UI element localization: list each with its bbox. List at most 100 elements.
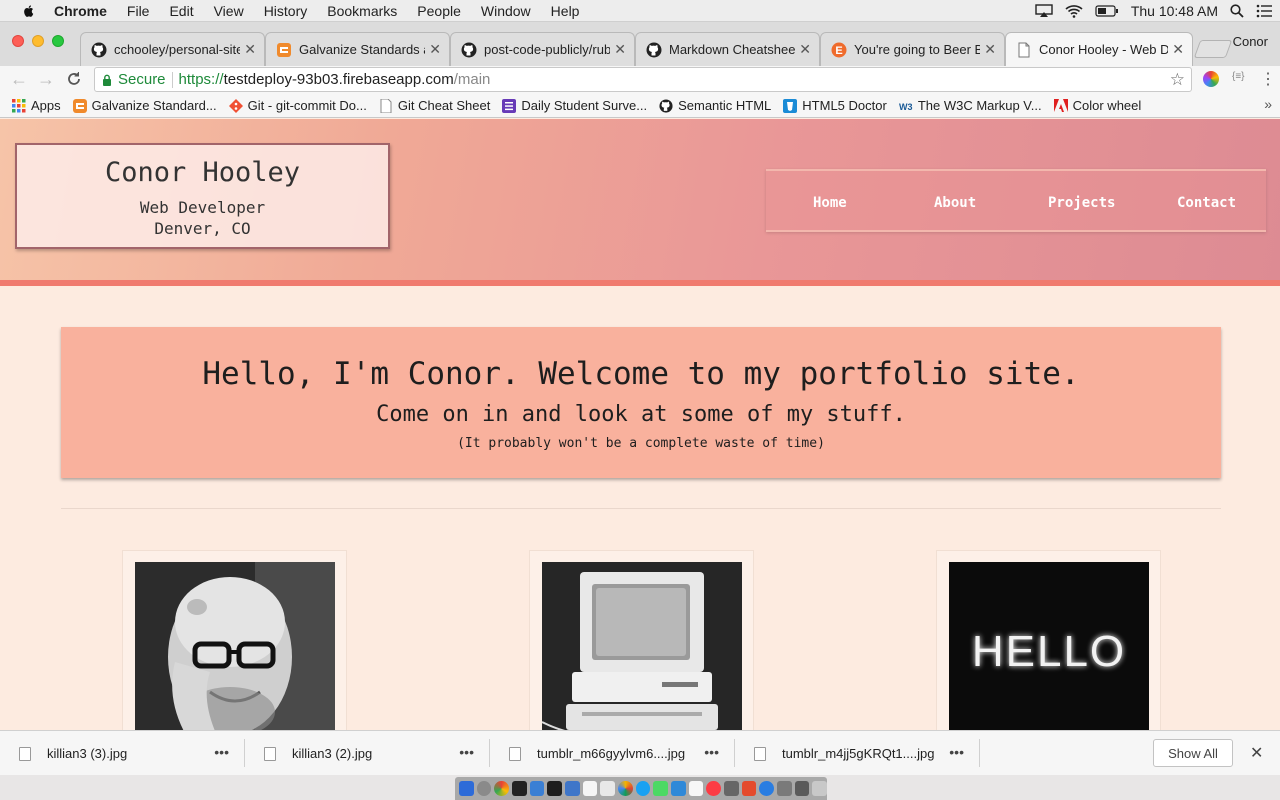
close-tab-icon[interactable]: ✕ xyxy=(799,41,811,58)
chrome-menu-icon[interactable]: ⋮ xyxy=(1260,69,1276,89)
download-item[interactable]: killian3 (2).jpg ••• xyxy=(245,731,490,776)
download-item[interactable]: tumblr_m66gyylvm6....jpg ••• xyxy=(490,731,735,776)
menu-people[interactable]: People xyxy=(417,3,461,19)
menu-edit[interactable]: Edit xyxy=(169,3,193,19)
menu-window[interactable]: Window xyxy=(481,3,531,19)
eventbrite-icon: E xyxy=(831,42,847,57)
terminal-icon[interactable] xyxy=(512,781,527,796)
new-tab-button[interactable] xyxy=(1193,40,1233,58)
tab-post-code-publicly[interactable]: post-code-publicly/rub ✕ xyxy=(450,32,635,66)
close-tab-icon[interactable]: ✕ xyxy=(244,41,256,58)
bookmark-galvanize-standards[interactable]: Galvanize Standard... xyxy=(72,98,217,113)
forward-arrow-icon[interactable]: → xyxy=(37,69,55,90)
download-item[interactable]: tumblr_m4jj5gKRQt1....jpg ••• xyxy=(735,731,980,776)
chrome-icon[interactable] xyxy=(494,781,510,796)
menu-help[interactable]: Help xyxy=(551,3,580,19)
wifi-icon[interactable] xyxy=(1065,4,1083,18)
downloads-bar: killian3 (3).jpg ••• killian3 (2).jpg ••… xyxy=(0,730,1280,775)
nav-projects-link[interactable]: Projects xyxy=(1048,195,1115,211)
tab-markdown-cheatsheet[interactable]: Markdown Cheatsheet ✕ xyxy=(635,32,820,66)
bookmark-git-cheat-sheet[interactable]: Git Cheat Sheet xyxy=(379,98,490,113)
show-all-downloads-button[interactable]: Show All xyxy=(1153,739,1233,767)
reload-icon[interactable] xyxy=(66,71,82,87)
spotlight-search-icon[interactable] xyxy=(1230,4,1244,18)
hero-heading: Hello, I'm Conor. Welcome to my portfoli… xyxy=(202,356,1080,392)
tab-cchooley-personal-site[interactable]: cchooley/personal-site ✕ xyxy=(80,32,265,66)
nav-contact-link[interactable]: Contact xyxy=(1177,195,1236,211)
bookmark-w3c-markup-validator[interactable]: W3 The W3C Markup V... xyxy=(899,98,1042,113)
music-icon[interactable] xyxy=(706,781,722,796)
apple-icon[interactable] xyxy=(20,4,38,18)
card-vintage-computer[interactable] xyxy=(529,550,754,730)
bookmark-daily-student-survey[interactable]: Daily Student Surve... xyxy=(502,98,647,113)
zoom-window-button[interactable] xyxy=(52,35,64,47)
bookmark-git-commit[interactable]: Git - git-commit Do... xyxy=(228,98,367,113)
macos-dock-area xyxy=(0,775,1280,800)
nav-about-link[interactable]: About xyxy=(934,195,976,211)
launchpad-icon[interactable] xyxy=(476,781,492,796)
battery-icon[interactable] xyxy=(1095,5,1119,17)
hero-subheading: Come on in and look at some of my stuff. xyxy=(376,402,906,427)
calendar-icon[interactable] xyxy=(600,781,616,796)
safari-icon[interactable] xyxy=(759,781,775,796)
forms-icon xyxy=(502,98,517,113)
color-extension-icon[interactable] xyxy=(1203,71,1219,87)
airplay-icon[interactable] xyxy=(1035,4,1053,18)
tab-conor-hooley-active[interactable]: Conor Hooley - Web De ✕ xyxy=(1005,32,1193,66)
address-bar[interactable]: Secure https:// testdeploy-93b03.firebas… xyxy=(94,67,1192,92)
code-editor-icon[interactable] xyxy=(547,781,563,796)
download-item[interactable]: killian3 (3).jpg ••• xyxy=(0,731,245,776)
menu-app-chrome[interactable]: Chrome xyxy=(54,3,107,19)
menu-bookmarks[interactable]: Bookmarks xyxy=(327,3,397,19)
facetime-icon[interactable] xyxy=(653,781,669,796)
downloads-stack-icon[interactable] xyxy=(777,781,792,796)
tab-beer-event[interactable]: E You're going to Beer Bo ✕ xyxy=(820,32,1005,66)
omnibox-divider xyxy=(171,71,173,88)
tab-galvanize-standards[interactable]: Galvanize Standards and ✕ xyxy=(265,32,450,66)
minimize-window-button[interactable] xyxy=(32,35,44,47)
documents-stack-icon[interactable] xyxy=(794,781,810,796)
menu-history[interactable]: History xyxy=(264,3,308,19)
bookmark-apps[interactable]: Apps xyxy=(12,98,61,113)
download-options-icon[interactable]: ••• xyxy=(459,744,474,760)
photos-icon[interactable] xyxy=(618,781,633,796)
sketch-icon[interactable] xyxy=(741,781,757,796)
notes-icon[interactable] xyxy=(582,781,598,796)
download-options-icon[interactable]: ••• xyxy=(214,744,229,760)
bookmark-star-icon[interactable]: ☆ xyxy=(1170,70,1185,90)
contacts-icon[interactable] xyxy=(688,781,704,796)
close-tab-icon[interactable]: ✕ xyxy=(1172,41,1184,58)
trash-icon[interactable] xyxy=(812,781,828,796)
bookmark-color-wheel[interactable]: Color wheel xyxy=(1053,98,1141,113)
bookmark-html5-doctor[interactable]: HTML5 Doctor xyxy=(783,98,887,113)
back-arrow-icon[interactable]: ← xyxy=(10,69,28,90)
messages-icon[interactable] xyxy=(635,781,651,796)
close-tab-icon[interactable]: ✕ xyxy=(984,41,996,58)
download-filename: killian3 (2).jpg xyxy=(292,746,373,761)
menubar-clock[interactable]: Thu 10:48 AM xyxy=(1131,3,1218,19)
bookmark-semantic-html[interactable]: Semantic HTML xyxy=(659,98,771,113)
github-icon xyxy=(461,42,477,57)
download-options-icon[interactable]: ••• xyxy=(949,744,964,760)
close-downloads-icon[interactable]: ✕ xyxy=(1250,743,1263,763)
settings-icon[interactable] xyxy=(724,781,739,796)
close-tab-icon[interactable]: ✕ xyxy=(614,41,626,58)
app-store-icon[interactable] xyxy=(565,781,580,796)
card-hello-neon[interactable]: HELLO xyxy=(936,550,1161,730)
finder-icon[interactable] xyxy=(459,781,474,796)
card-portrait[interactable] xyxy=(122,550,347,730)
notification-center-icon[interactable] xyxy=(1256,4,1272,18)
close-tab-icon[interactable]: ✕ xyxy=(429,41,441,58)
profile-button[interactable]: Conor xyxy=(1233,34,1268,49)
bookmarks-overflow-icon[interactable]: » xyxy=(1264,96,1272,112)
atom-icon[interactable] xyxy=(529,781,545,796)
mail-icon[interactable] xyxy=(671,781,686,796)
site-owner-role: Web Developer xyxy=(139,198,266,217)
menu-view[interactable]: View xyxy=(214,3,244,19)
menu-file[interactable]: File xyxy=(127,3,150,19)
macos-menubar: Chrome File Edit View History Bookmarks … xyxy=(0,0,1280,22)
close-window-button[interactable] xyxy=(12,35,24,47)
json-extension-icon[interactable]: {≡} xyxy=(1232,71,1245,82)
download-options-icon[interactable]: ••• xyxy=(704,744,719,760)
nav-home-link[interactable]: Home xyxy=(813,195,847,211)
